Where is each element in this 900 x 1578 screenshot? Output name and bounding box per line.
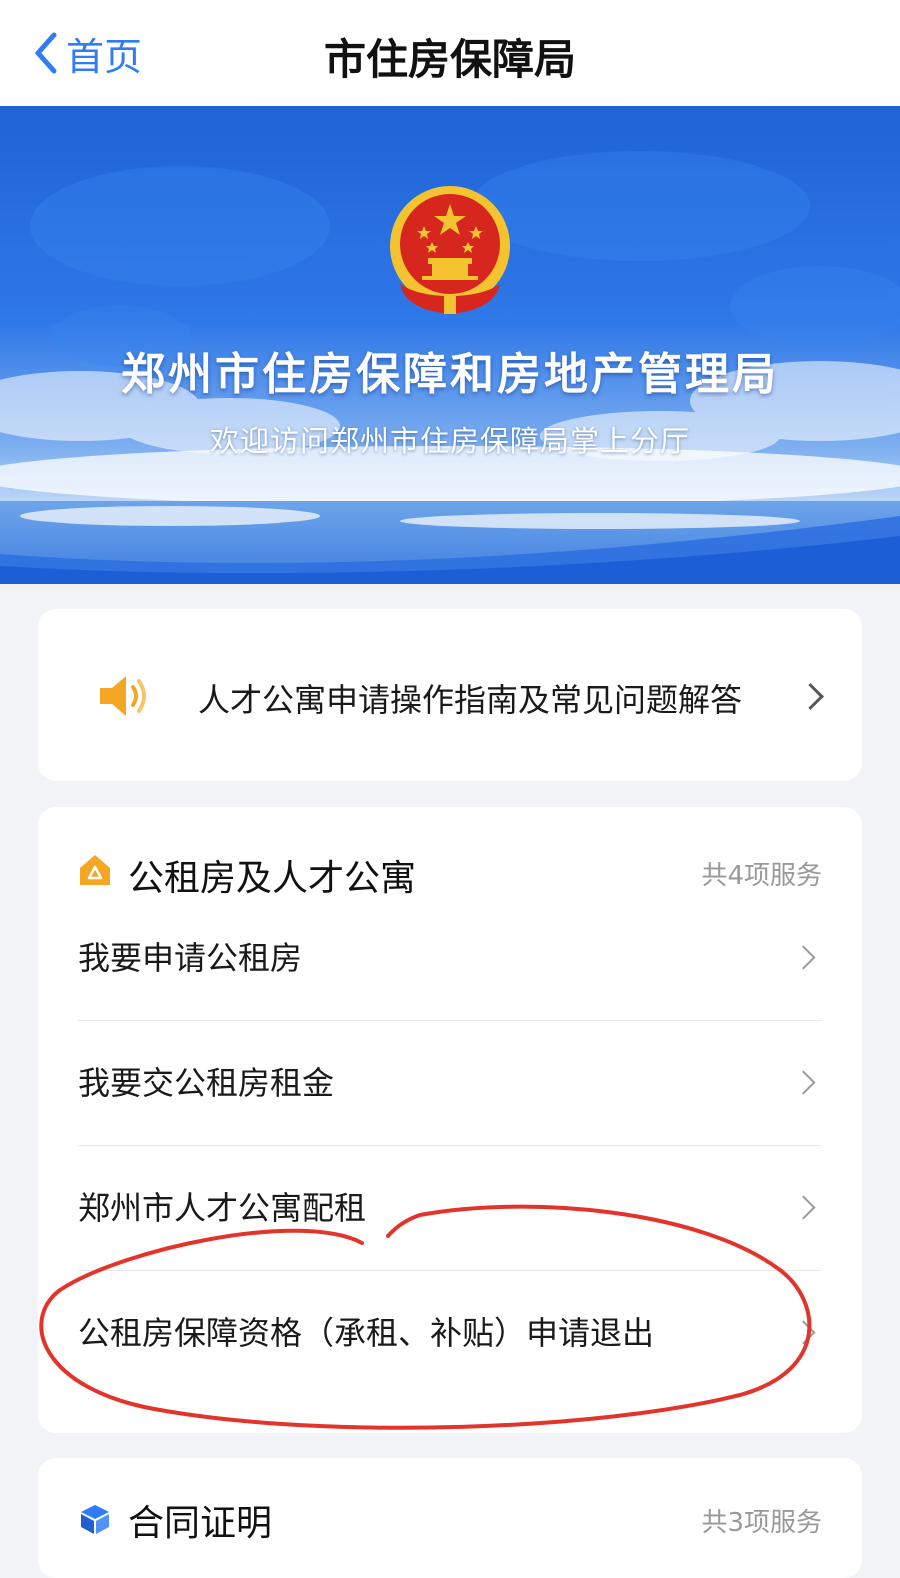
service-item-pay-rent[interactable]: 我要交公租房租金 <box>78 1022 822 1146</box>
chevron-right-icon <box>791 1070 816 1095</box>
public-housing-services-card: 公租房及人才公寓 共4项服务 我要申请公租房 我要交公租房租金 郑州市人才公寓配… <box>38 807 862 1433</box>
banner-title: 郑州市住房保障和房地产管理局 <box>121 349 779 400</box>
divider <box>78 1020 822 1021</box>
divider <box>78 1270 822 1271</box>
guide-notice-text: 人才公寓申请操作指南及常见问题解答 <box>198 681 743 719</box>
section-header: 合同证明 共3项服务 <box>78 1492 822 1548</box>
service-item-label: 公租房保障资格（承租、补贴）申请退出 <box>78 1314 655 1352</box>
service-item-label: 郑州市人才公寓配租 <box>78 1189 367 1227</box>
cube-icon <box>78 1502 112 1540</box>
service-item-label: 我要交公租房租金 <box>78 1064 335 1102</box>
chevron-right-icon <box>791 945 816 970</box>
service-count: 共4项服务 <box>701 861 822 891</box>
house-icon <box>78 853 112 891</box>
top-nav-bar: 首页 市住房保障局 <box>0 0 900 106</box>
national-emblem-icon <box>386 184 514 324</box>
section-title: 合同证明 <box>128 1503 273 1544</box>
speaker-icon <box>96 673 152 723</box>
divider <box>78 1145 822 1146</box>
hero-banner: 郑州市住房保障和房地产管理局 欢迎访问郑州市住房保障局掌上分厅 <box>0 106 900 584</box>
banner-subtitle: 欢迎访问郑州市住房保障局掌上分厅 <box>209 424 690 458</box>
chevron-right-icon <box>791 1320 816 1345</box>
service-item-talent-apartment[interactable]: 郑州市人才公寓配租 <box>78 1147 822 1271</box>
page-title: 市住房保障局 <box>323 35 576 84</box>
service-item-withdraw-qualification[interactable]: 公租房保障资格（承租、补贴）申请退出 <box>78 1272 822 1396</box>
chevron-right-icon <box>797 683 824 710</box>
service-item-apply-public-housing[interactable]: 我要申请公租房 <box>78 897 822 1021</box>
chevron-right-icon <box>791 1195 816 1220</box>
section-header: 公租房及人才公寓 共4项服务 <box>78 843 822 899</box>
service-item-label: 我要申请公租房 <box>78 939 303 977</box>
guide-notice-card[interactable]: 人才公寓申请操作指南及常见问题解答 <box>38 609 862 781</box>
section-title: 公租房及人才公寓 <box>128 858 417 899</box>
service-count: 共3项服务 <box>701 1508 822 1538</box>
contract-certificate-card: 合同证明 共3项服务 <box>38 1458 862 1578</box>
